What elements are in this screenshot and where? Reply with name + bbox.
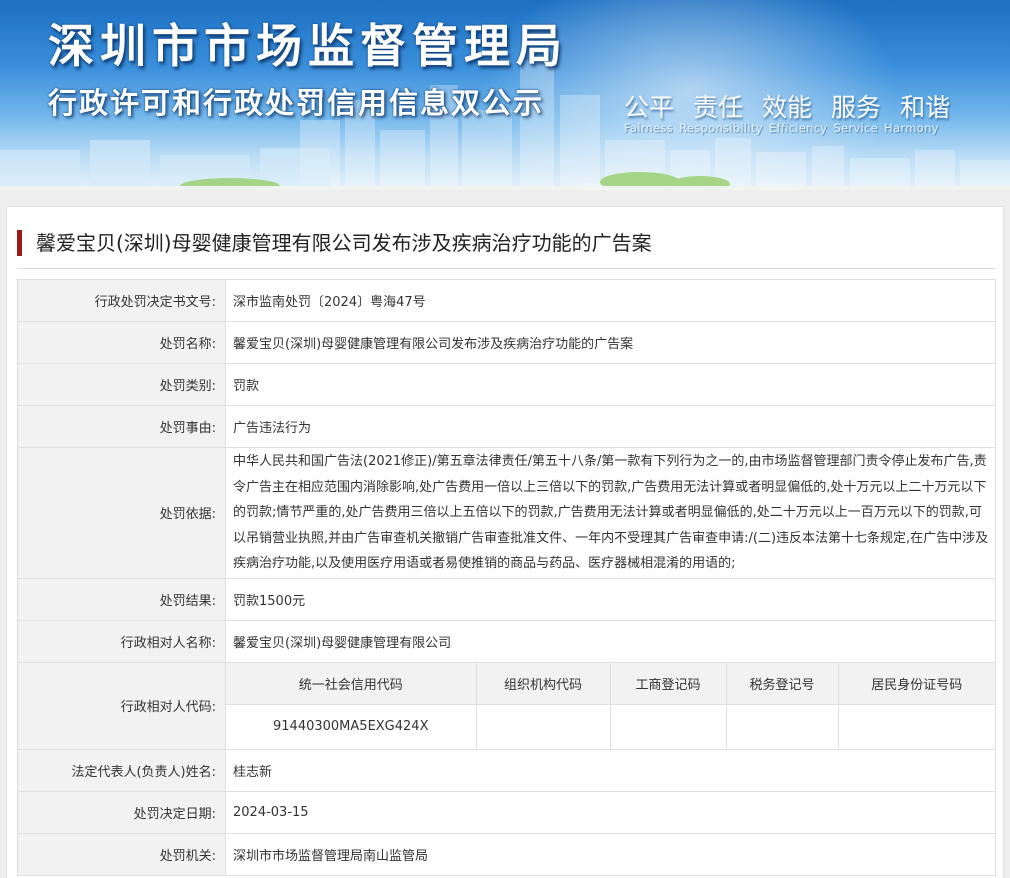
label-penalty-result: 处罚结果: bbox=[17, 577, 226, 621]
value-authority: 深圳市市场监督管理局南山监管局 bbox=[225, 832, 996, 876]
value-penalty-name: 馨爱宝贝(深圳)母婴健康管理有限公司发布涉及疾病治疗功能的广告案 bbox=[225, 321, 996, 364]
party-code-table: 统一社会信用代码 组织机构代码 工商登记码 税务登记号 居民身份证号码 9144… bbox=[226, 662, 995, 749]
slogan-cn-4: 服务 bbox=[831, 93, 882, 122]
code-header-tax: 税务登记号 bbox=[725, 662, 839, 705]
row-penalty-type: 处罚类别: 罚款 bbox=[17, 363, 996, 406]
code-header-id: 居民身份证号码 bbox=[837, 662, 995, 705]
slogan-chinese: 公平 责任 效能 服务 和谐 bbox=[624, 88, 974, 124]
label-penalty-name: 处罚名称: bbox=[17, 321, 226, 364]
value-penalty-reason: 广告违法行为 bbox=[225, 405, 996, 448]
slogan-en-1: Fairness bbox=[624, 121, 674, 135]
case-info-table: 行政处罚决定书文号: 深市监南处罚〔2024〕粤海47号 处罚名称: 馨爱宝贝(… bbox=[17, 279, 996, 876]
label-legal-rep: 法定代表人(负责人)姓名: bbox=[17, 748, 226, 792]
row-authority: 处罚机关: 深圳市市场监督管理局南山监管局 bbox=[17, 832, 996, 876]
value-decision-date: 2024-03-15 bbox=[225, 790, 996, 834]
code-value-tax bbox=[725, 704, 839, 749]
value-legal-rep: 桂志新 bbox=[225, 748, 996, 792]
value-decision-no: 深市监南处罚〔2024〕粤海47号 bbox=[225, 279, 996, 322]
banner-subtitle: 行政许可和行政处罚信用信息双公示 bbox=[48, 86, 545, 120]
slogan-cn-1: 公平 bbox=[624, 93, 675, 122]
slogan-en-4: Service bbox=[833, 121, 879, 135]
code-header-org: 组织机构代码 bbox=[475, 662, 611, 705]
code-value-org bbox=[475, 704, 611, 749]
header-banner: 深圳市市场监督管理局 行政许可和行政处罚信用信息双公示 公平 责任 效能 服务 和谐 F… bbox=[0, 0, 1010, 190]
row-decision-date: 处罚决定日期: 2024-03-15 bbox=[17, 790, 996, 834]
slogan-en-3: Efficiency bbox=[768, 121, 828, 135]
code-header-business: 工商登记码 bbox=[609, 662, 727, 705]
value-penalty-result: 罚款1500元 bbox=[225, 577, 996, 621]
row-decision-no: 行政处罚决定书文号: 深市监南处罚〔2024〕粤海47号 bbox=[17, 279, 996, 322]
case-title: 馨爱宝贝(深圳)母婴健康管理有限公司发布涉及疾病治疗功能的广告案 bbox=[17, 230, 993, 256]
value-party-name: 馨爱宝贝(深圳)母婴健康管理有限公司 bbox=[225, 619, 996, 663]
code-value-business bbox=[609, 704, 727, 749]
party-code-header-row: 统一社会信用代码 组织机构代码 工商登记码 税务登记号 居民身份证号码 bbox=[226, 662, 995, 705]
slogan-english: Fairness Responsibility Efficiency Service H… bbox=[624, 121, 945, 135]
slogan-en-2: Responsibility bbox=[679, 121, 763, 135]
row-penalty-result: 处罚结果: 罚款1500元 bbox=[17, 577, 996, 621]
row-legal-rep: 法定代表人(负责人)姓名: 桂志新 bbox=[17, 748, 996, 792]
party-code-value-row: 91440300MA5EXG424X bbox=[226, 704, 995, 749]
label-decision-date: 处罚决定日期: bbox=[17, 790, 226, 834]
code-value-id bbox=[837, 704, 995, 749]
label-decision-no: 行政处罚决定书文号: bbox=[17, 279, 226, 322]
value-penalty-type: 罚款 bbox=[225, 363, 996, 406]
code-value-credit: 91440300MA5EXG424X bbox=[226, 704, 477, 749]
label-party-name: 行政相对人名称: bbox=[17, 619, 226, 663]
row-party-name: 行政相对人名称: 馨爱宝贝(深圳)母婴健康管理有限公司 bbox=[17, 619, 996, 663]
label-penalty-basis: 处罚依据: bbox=[17, 447, 226, 579]
code-header-credit: 统一社会信用代码 bbox=[226, 662, 477, 705]
slogan-cn-2: 责任 bbox=[693, 93, 744, 122]
slogan-cn-3: 效能 bbox=[762, 93, 813, 122]
party-code-cell: 统一社会信用代码 组织机构代码 工商登记码 税务登记号 居民身份证号码 9144… bbox=[225, 661, 996, 750]
label-penalty-type: 处罚类别: bbox=[17, 363, 226, 406]
slogan-cn-5: 和谐 bbox=[900, 93, 951, 122]
label-authority: 处罚机关: bbox=[17, 832, 226, 876]
row-penalty-name: 处罚名称: 馨爱宝贝(深圳)母婴健康管理有限公司发布涉及疾病治疗功能的广告案 bbox=[17, 321, 996, 364]
row-party-code: 行政相对人代码: 统一社会信用代码 组织机构代码 工商登记码 税务登记号 居民身… bbox=[17, 661, 996, 750]
label-penalty-reason: 处罚事由: bbox=[17, 405, 226, 448]
title-divider bbox=[17, 268, 995, 269]
row-penalty-reason: 处罚事由: 广告违法行为 bbox=[17, 405, 996, 448]
value-penalty-basis: 中华人民共和国广告法(2021修正)/第五章法律责任/第五十八条/第一款有下列行… bbox=[225, 447, 996, 579]
banner-title: 深圳市市场监督管理局 bbox=[48, 19, 568, 73]
label-party-code: 行政相对人代码: bbox=[17, 661, 226, 750]
case-detail-panel: 馨爱宝贝(深圳)母婴健康管理有限公司发布涉及疾病治疗功能的广告案 行政处罚决定书… bbox=[6, 206, 1004, 878]
slogan-en-5: Harmony bbox=[884, 121, 939, 135]
row-penalty-basis: 处罚依据: 中华人民共和国广告法(2021修正)/第五章法律责任/第五十八条/第… bbox=[17, 447, 996, 579]
